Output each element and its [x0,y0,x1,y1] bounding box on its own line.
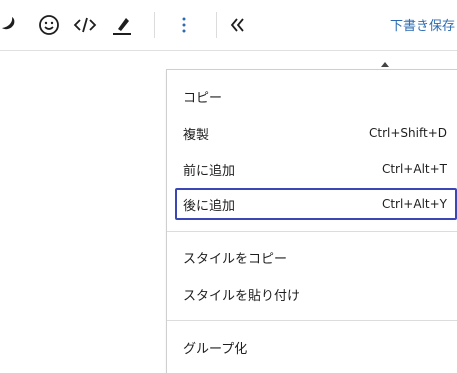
block-options-menu: コピー 複製 Ctrl+Shift+D 前に追加 Ctrl+Alt+T 後に追加… [166,69,457,373]
emoji-icon[interactable] [35,11,63,39]
menu-item-copy-styles[interactable]: スタイルをコピー [183,244,455,270]
menu-item-label: グループ化 [183,341,248,357]
menu-item-insert-after[interactable]: 後に追加 Ctrl+Alt+Y [175,188,457,220]
highlighter-icon[interactable] [108,11,136,39]
menu-item-shortcut: Ctrl+Shift+D [369,126,447,140]
save-draft-button[interactable]: 下書き保存 [390,15,455,34]
more-vertical-icon[interactable] [170,11,198,39]
menu-item-duplicate[interactable]: 複製 Ctrl+Shift+D [183,120,455,146]
toolbar-separator [216,12,217,38]
menu-item-shortcut: Ctrl+Alt+T [381,162,447,176]
menu-item-shortcut: Ctrl+Alt+Y [381,197,447,211]
menu-item-label: コピー [183,90,223,106]
menu-item-label: 後に追加 [183,198,236,214]
menu-item-paste-styles[interactable]: スタイルを貼り付け [183,281,455,307]
menu-item-label: スタイルをコピー [183,251,288,267]
collapse-left-icon[interactable] [224,11,252,39]
editor-stage: 下書き保存 コピー 複製 Ctrl+Shift+D 前に追加 Ctrl+Alt+… [0,0,457,373]
top-toolbar: 下書き保存 [0,0,457,51]
menu-item-label: 複製 [183,127,210,143]
menu-divider [167,231,457,232]
menu-item-label: スタイルを貼り付け [183,288,301,304]
menu-divider [167,320,457,321]
menu-item-label: 前に追加 [183,163,236,179]
wp-logo-icon[interactable] [0,11,24,39]
code-icon[interactable] [71,11,99,39]
scroll-up-arrow-icon[interactable] [380,60,390,68]
menu-item-copy[interactable]: コピー [183,83,455,109]
toolbar-separator [154,12,155,38]
menu-item-group[interactable]: グループ化 [183,334,455,360]
menu-item-insert-before[interactable]: 前に追加 Ctrl+Alt+T [183,156,455,182]
